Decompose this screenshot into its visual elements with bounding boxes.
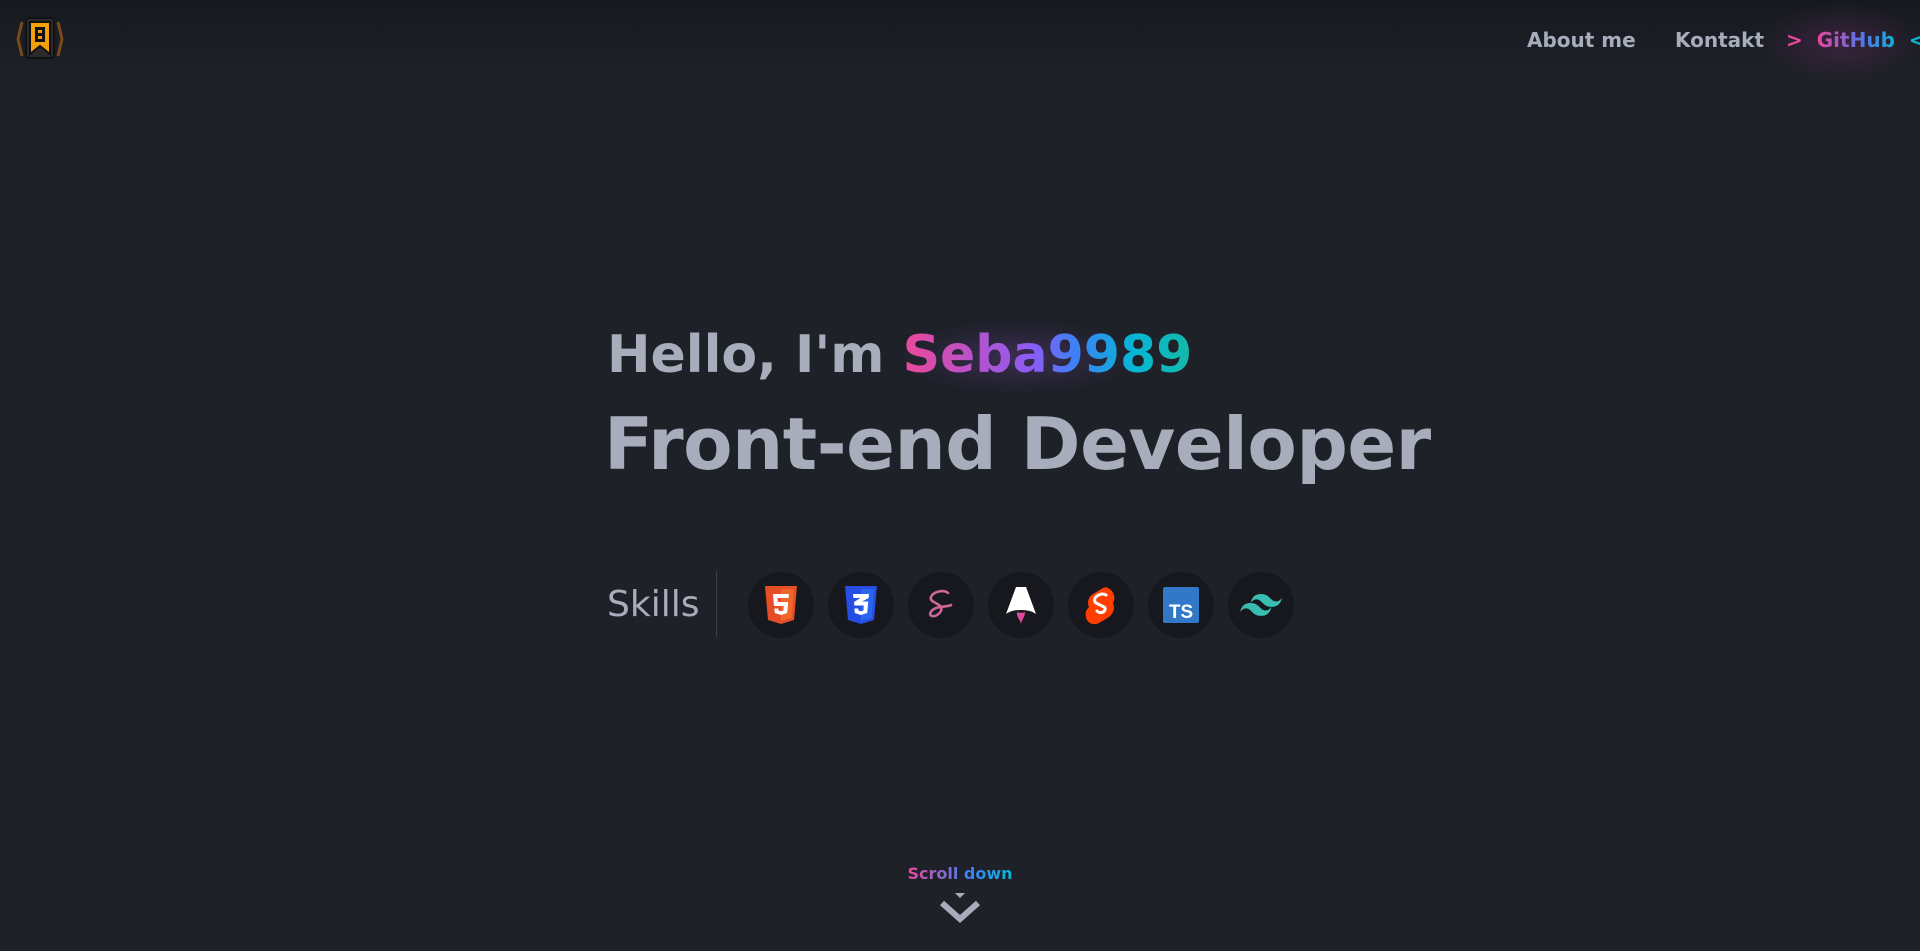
- handle-name: Seba9989: [902, 325, 1193, 385]
- scroll-down-hint[interactable]: Scroll down: [880, 864, 1040, 884]
- skill-css3[interactable]: [828, 572, 894, 638]
- skill-tailwind[interactable]: [1228, 572, 1294, 638]
- skill-typescript[interactable]: TS: [1148, 572, 1214, 638]
- scroll-down-label: Scroll down: [907, 864, 1013, 883]
- hero-role-title: Front-end Developer: [604, 402, 1431, 486]
- svelte-icon: [1085, 587, 1115, 625]
- typescript-icon: TS: [1163, 587, 1199, 623]
- skills-label: Skills: [607, 584, 700, 625]
- skill-sass[interactable]: [908, 572, 974, 638]
- html5-icon: [765, 586, 797, 624]
- skills-divider: [716, 571, 717, 637]
- nav-kontakt-link[interactable]: Kontakt: [1675, 28, 1764, 52]
- css3-icon: [845, 586, 877, 624]
- logo-icon[interactable]: [16, 14, 64, 64]
- skill-astro[interactable]: [988, 572, 1054, 638]
- github-suffix-chevron: <: [1908, 28, 1920, 52]
- chevron-down-icon[interactable]: [938, 890, 982, 926]
- greeting-text: Hello, I'm: [607, 325, 903, 385]
- tailwind-icon: [1240, 594, 1282, 616]
- astro-icon: [1006, 587, 1036, 624]
- skill-svelte[interactable]: [1068, 572, 1134, 638]
- handle-wrap: Seba9989: [892, 322, 1193, 392]
- nav-about-me-link[interactable]: About me: [1527, 28, 1636, 52]
- skill-html5[interactable]: [748, 572, 814, 638]
- nav-github-link[interactable]: > GitHub <: [1756, 2, 1920, 82]
- sass-icon: [928, 589, 953, 618]
- hero-greeting: Hello, I'm Seba9989: [607, 322, 1193, 392]
- svg-text:TS: TS: [1169, 602, 1193, 623]
- github-prefix-chevron: >: [1786, 28, 1803, 52]
- github-label: GitHub: [1816, 28, 1895, 52]
